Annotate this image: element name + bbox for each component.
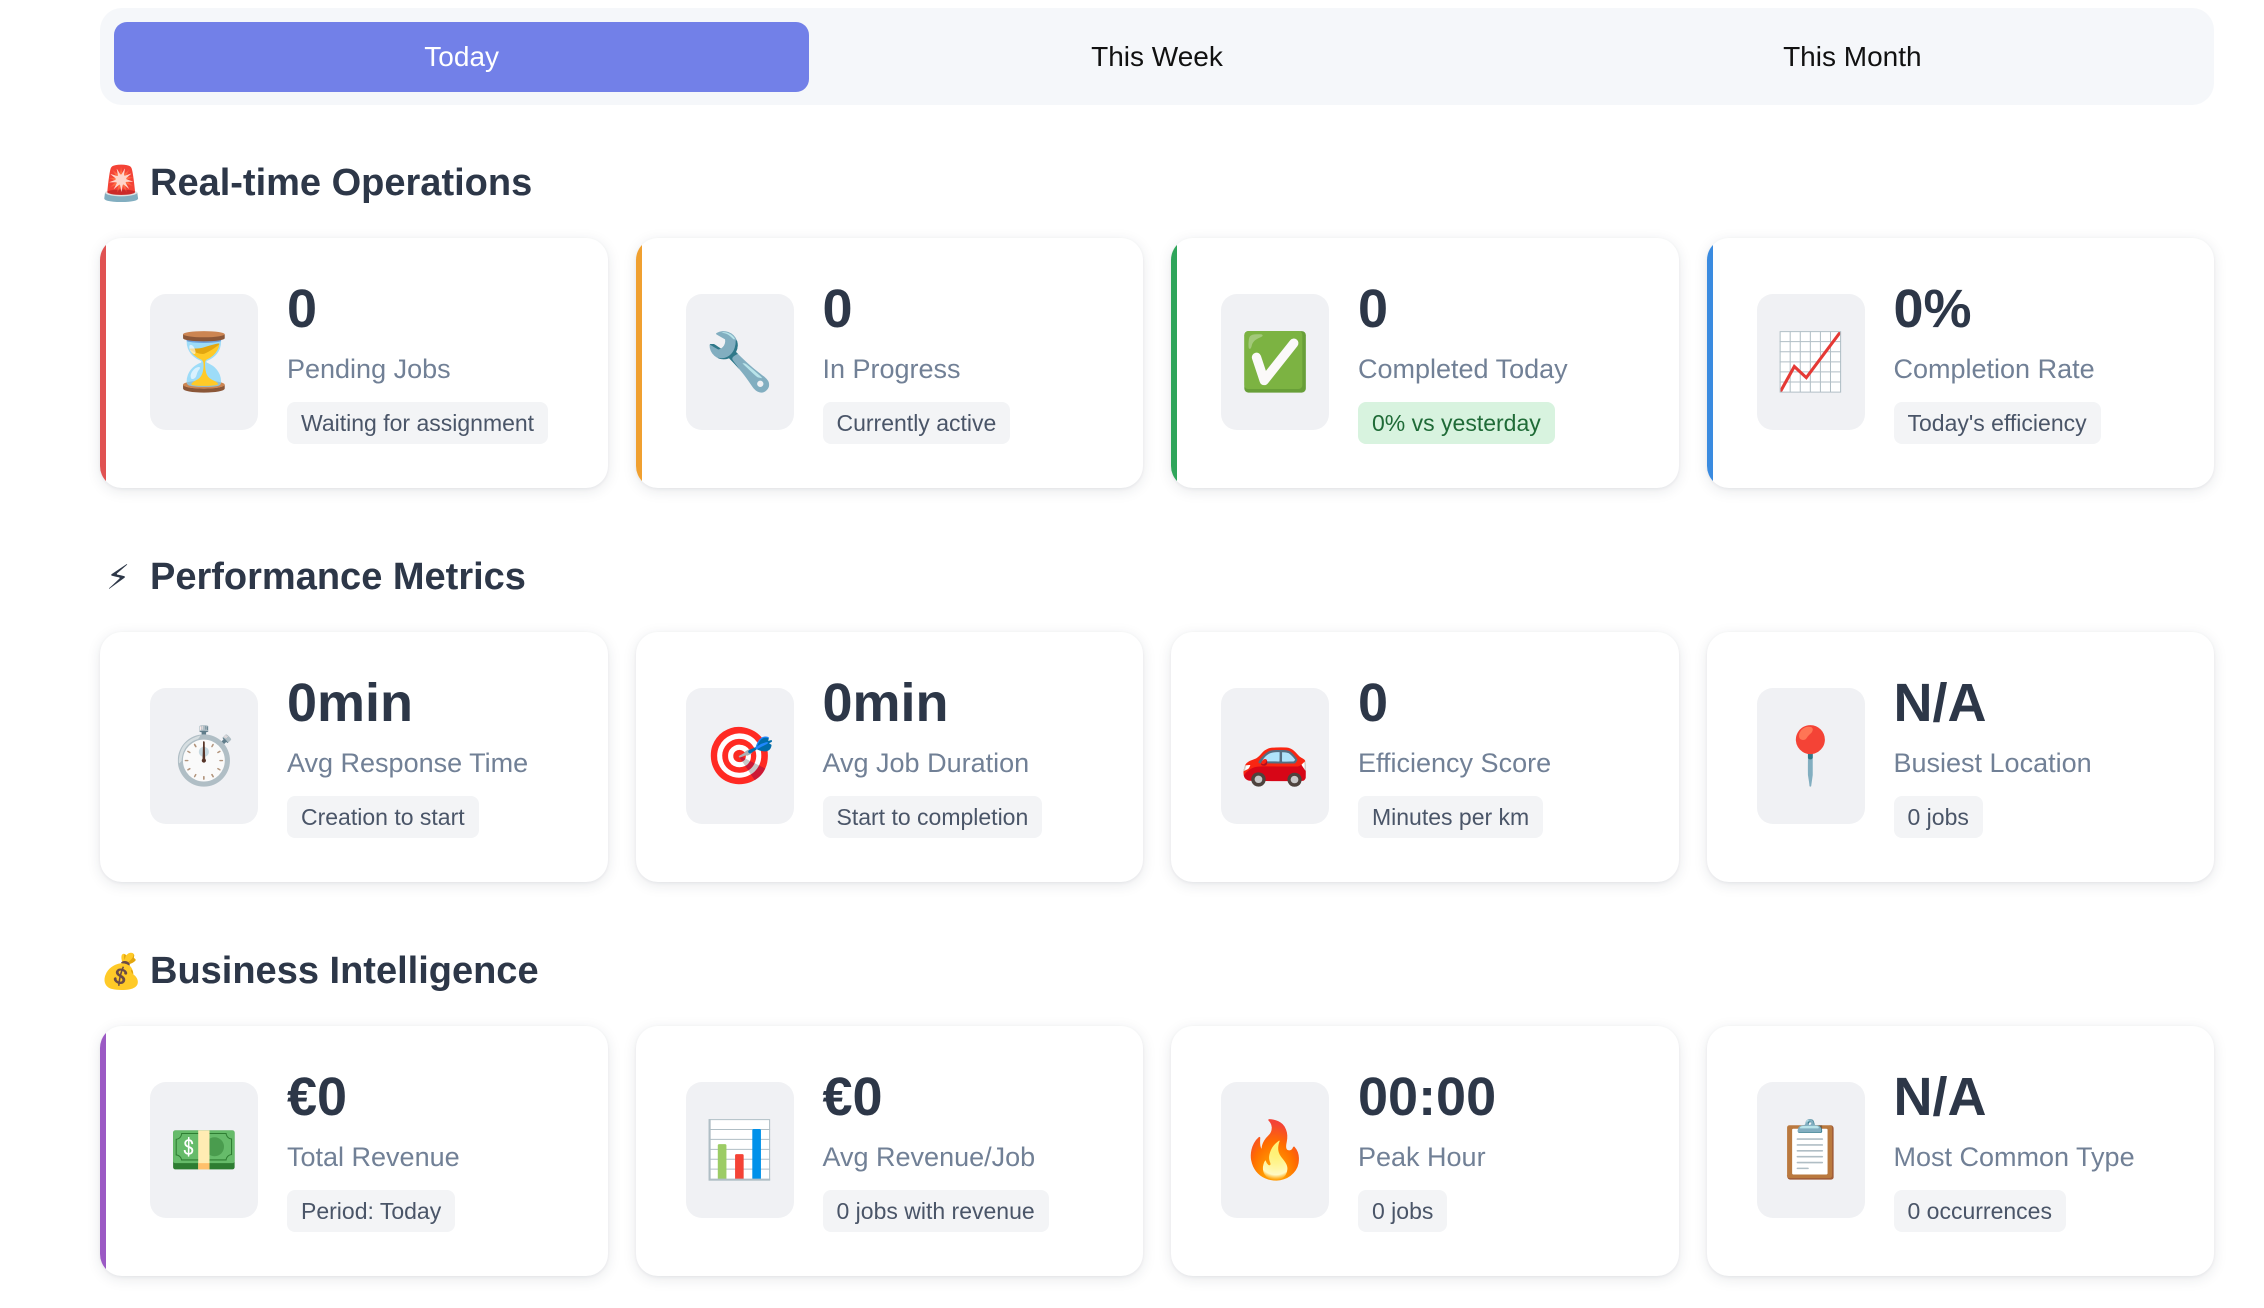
metric-card: ✅ 0 Completed Today 0% vs yesterday	[1171, 238, 1679, 488]
period-tab-bar: Today This Week This Month	[100, 8, 2214, 105]
chart-increasing-icon: 📈	[1756, 294, 1865, 430]
metric-card: 🎯 0min Avg Job Duration Start to completion	[635, 632, 1143, 882]
metric-label: Completion Rate	[1893, 354, 2095, 384]
metric-card: 📈 0% Completion Rate Today's efficiency	[1706, 238, 2214, 488]
metric-label: Most Common Type	[1893, 1142, 2135, 1172]
metric-label: Avg Revenue/Job	[822, 1142, 1036, 1172]
metric-badge: Today's efficiency	[1893, 402, 2101, 444]
metric-card: 🔥 00:00 Peak Hour 0 jobs	[1171, 1026, 1679, 1276]
tab-this-month[interactable]: This Month	[1505, 22, 2200, 92]
metric-label: Total Revenue	[287, 1142, 460, 1172]
metric-value: €0	[822, 1067, 883, 1127]
metric-value: €0	[287, 1067, 348, 1127]
metric-value: 00:00	[1358, 1067, 1497, 1127]
clipboard-icon: 📋	[1756, 1082, 1865, 1218]
stopwatch-icon: ⏱️	[150, 688, 258, 824]
card-accent-bar	[100, 1026, 106, 1276]
metric-card: ⏳ 0 Pending Jobs Waiting for assignment	[100, 238, 608, 488]
metric-badge: 0 jobs	[1358, 1190, 1448, 1232]
metric-label: Avg Job Duration	[822, 748, 1030, 778]
section-title-business-intelligence: 💰 Business Intelligence	[100, 950, 539, 993]
metric-value: 0	[287, 279, 318, 339]
wrench-icon: 🔧	[685, 294, 794, 430]
metric-badge: Waiting for assignment	[287, 402, 549, 444]
metric-label: Efficiency Score	[1358, 748, 1552, 778]
metric-badge: 0 occurrences	[1893, 1190, 2066, 1232]
metric-card: 💵 €0 Total Revenue Period: Today	[100, 1026, 608, 1276]
metric-badge: 0% vs yesterday	[1358, 402, 1555, 444]
metric-label: Avg Response Time	[287, 748, 529, 778]
metric-label: Completed Today	[1358, 354, 1568, 384]
section-heading: Performance Metrics	[150, 556, 526, 598]
metric-value: 0%	[1893, 279, 1972, 339]
card-accent-bar	[1706, 238, 1713, 488]
metric-card: 📋 N/A Most Common Type 0 occurrences	[1706, 1026, 2214, 1276]
metric-badge: Start to completion	[822, 796, 1043, 838]
bar-chart-icon: 📊	[685, 1082, 794, 1218]
hourglass-icon: ⏳	[150, 294, 258, 430]
metric-card: 📊 €0 Avg Revenue/Job 0 jobs with revenue	[635, 1026, 1143, 1276]
banknote-icon: 💵	[150, 1082, 258, 1218]
section-title-performance-metrics: ⚡ Performance Metrics	[100, 556, 526, 599]
metric-value: 0min	[822, 673, 949, 733]
metric-value: 0	[1358, 279, 1389, 339]
metric-card: 🔧 0 In Progress Currently active	[635, 238, 1143, 488]
section-title-realtime-operations: 🚨 Real-time Operations	[100, 162, 532, 205]
metric-label: Peak Hour	[1358, 1142, 1486, 1172]
metric-value: 0	[822, 279, 853, 339]
dashboard-page: Today This Week This Month 🚨 Real-time O…	[0, 0, 2264, 1308]
card-accent-bar	[100, 238, 106, 488]
tab-this-week[interactable]: This Week	[809, 22, 1504, 92]
metrics-row-business-intelligence: 💵 €0 Total Revenue Period: Today 📊 €0 Avg Reve…	[100, 1026, 2214, 1276]
check-mark-icon: ✅	[1221, 294, 1329, 430]
metric-card: 📍 N/A Busiest Location 0 jobs	[1706, 632, 2214, 882]
card-accent-bar	[635, 238, 642, 488]
metric-label: In Progress	[822, 354, 961, 384]
metric-value: N/A	[1893, 1067, 1987, 1127]
metric-badge: 0 jobs with revenue	[822, 1190, 1049, 1232]
metric-value: N/A	[1893, 673, 1987, 733]
metric-card: 🚗 0 Efficiency Score Minutes per km	[1171, 632, 1679, 882]
metric-badge: Currently active	[822, 402, 1011, 444]
metric-value: 0	[1358, 673, 1389, 733]
metric-label: Pending Jobs	[287, 354, 451, 384]
lightning-icon: ⚡	[106, 558, 130, 597]
metrics-row-performance-metrics: ⏱️ 0min Avg Response Time Creation to start…	[100, 632, 2214, 882]
metric-badge: 0 jobs	[1893, 796, 1983, 838]
metric-card: ⏱️ 0min Avg Response Time Creation to start	[100, 632, 608, 882]
pin-icon: 📍	[1756, 688, 1865, 824]
metrics-row-realtime-operations: ⏳ 0 Pending Jobs Waiting for assignment 🔧 0 In…	[100, 238, 2214, 488]
target-icon: 🎯	[685, 688, 794, 824]
money-bag-icon: 💰	[100, 952, 143, 991]
fire-icon: 🔥	[1221, 1082, 1329, 1218]
metric-label: Busiest Location	[1893, 748, 2092, 778]
metric-badge: Creation to start	[287, 796, 479, 838]
siren-icon: 🚨	[100, 164, 143, 203]
metric-badge: Period: Today	[287, 1190, 456, 1232]
tab-today[interactable]: Today	[114, 21, 810, 92]
section-heading: Business Intelligence	[150, 950, 539, 992]
card-accent-bar	[1171, 238, 1177, 488]
car-icon: 🚗	[1221, 688, 1329, 824]
metric-badge: Minutes per km	[1358, 796, 1544, 838]
metric-value: 0min	[287, 673, 414, 733]
section-heading: Real-time Operations	[150, 162, 533, 204]
